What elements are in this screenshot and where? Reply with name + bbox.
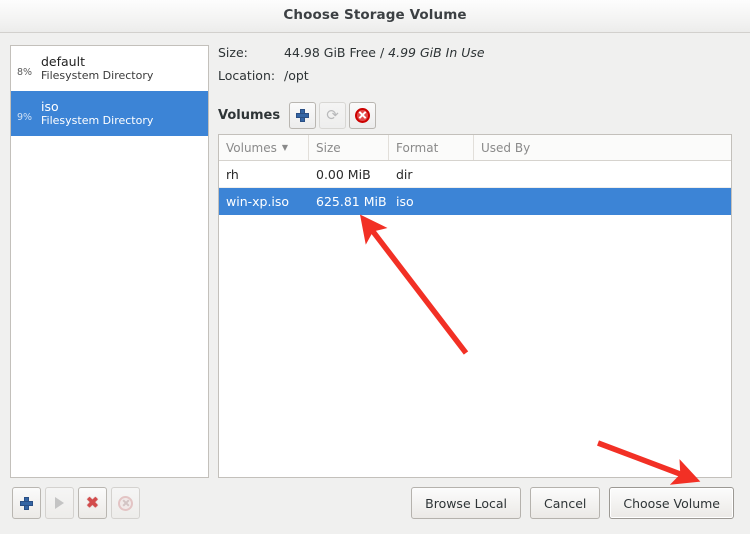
pool-usage-percent: 9% xyxy=(17,112,33,123)
cancel-button[interactable]: Cancel xyxy=(530,487,601,519)
choose-volume-button[interactable]: Choose Volume xyxy=(609,487,734,519)
column-header-format[interactable]: Format xyxy=(389,135,474,160)
table-row[interactable]: rh 0.00 MiB dir xyxy=(219,161,731,188)
add-volume-button[interactable] xyxy=(289,101,317,129)
pool-type: Filesystem Directory xyxy=(41,69,154,83)
pool-details: Size: 44.98 GiB Free / 4.99 GiB In Use L… xyxy=(218,45,732,91)
size-value: 44.98 GiB Free / 4.99 GiB In Use xyxy=(284,45,485,60)
stop-pool-button[interactable]: ✖ xyxy=(78,487,107,519)
pool-type: Filesystem Directory xyxy=(41,114,154,128)
delete-circle-x-icon xyxy=(118,495,133,511)
dialog-button-bar: Browse Local Cancel Choose Volume xyxy=(402,487,734,519)
volumes-heading: Volumes xyxy=(218,107,281,123)
location-value: /opt xyxy=(284,68,309,83)
cell-size: 625.81 MiB xyxy=(316,193,387,209)
size-inuse-text: 4.99 GiB In Use xyxy=(388,45,485,60)
plus-icon xyxy=(20,496,33,510)
pool-usage-percent: 8% xyxy=(17,67,33,78)
play-icon xyxy=(55,497,64,509)
cell-format: iso xyxy=(396,193,414,209)
dialog-titlebar: Choose Storage Volume xyxy=(0,0,750,33)
delete-circle-x-icon xyxy=(355,107,371,123)
pool-name: default xyxy=(41,53,85,69)
add-pool-button[interactable] xyxy=(12,487,41,519)
pool-action-toolbar: ✖ xyxy=(12,487,144,519)
size-free-text: 44.98 GiB Free / xyxy=(284,45,385,60)
refresh-icon: ⟳ xyxy=(326,105,339,124)
pool-name: iso xyxy=(41,98,59,114)
delete-pool-button[interactable] xyxy=(111,487,140,519)
column-header-volumes-label: Volumes xyxy=(226,140,277,155)
column-header-size[interactable]: Size xyxy=(309,135,389,160)
volumes-table[interactable]: Volumes ▼ Size Format Used By rh 0.00 Mi… xyxy=(218,134,732,478)
dialog-title: Choose Storage Volume xyxy=(283,7,467,23)
pool-list-item-default[interactable]: 8% default Filesystem Directory xyxy=(11,46,208,91)
table-row[interactable]: win-xp.iso 625.81 MiB iso xyxy=(219,188,731,215)
chevron-down-icon: ▼ xyxy=(281,143,289,152)
pool-list-item-iso[interactable]: 9% iso Filesystem Directory xyxy=(11,91,208,136)
red-x-icon: ✖ xyxy=(85,493,100,512)
location-label: Location: xyxy=(218,68,276,83)
pool-location-line: Location: /opt xyxy=(218,68,732,91)
refresh-volumes-button[interactable]: ⟳ xyxy=(319,101,347,129)
pool-size-line: Size: 44.98 GiB Free / 4.99 GiB In Use xyxy=(218,45,732,68)
size-label: Size: xyxy=(218,45,248,60)
volumes-toolbar: Volumes ⟳ xyxy=(218,101,379,129)
plus-icon xyxy=(296,108,310,122)
start-pool-button[interactable] xyxy=(45,487,74,519)
cell-format: dir xyxy=(396,166,413,182)
pool-item-text: iso Filesystem Directory xyxy=(41,99,153,128)
delete-volume-button[interactable] xyxy=(349,101,377,129)
cell-size: 0.00 MiB xyxy=(316,166,371,182)
cell-volume: rh xyxy=(226,166,239,182)
storage-pool-list[interactable]: 8% default Filesystem Directory 9% iso F… xyxy=(10,45,209,478)
cell-volume: win-xp.iso xyxy=(226,193,290,209)
choose-storage-volume-dialog: Choose Storage Volume 8% default Filesys… xyxy=(0,0,750,534)
browse-local-button[interactable]: Browse Local xyxy=(411,487,522,519)
column-header-volumes[interactable]: Volumes ▼ xyxy=(219,135,309,160)
column-header-used-by[interactable]: Used By xyxy=(474,135,731,160)
volumes-table-header: Volumes ▼ Size Format Used By xyxy=(219,135,731,161)
pool-item-text: default Filesystem Directory xyxy=(41,54,153,83)
